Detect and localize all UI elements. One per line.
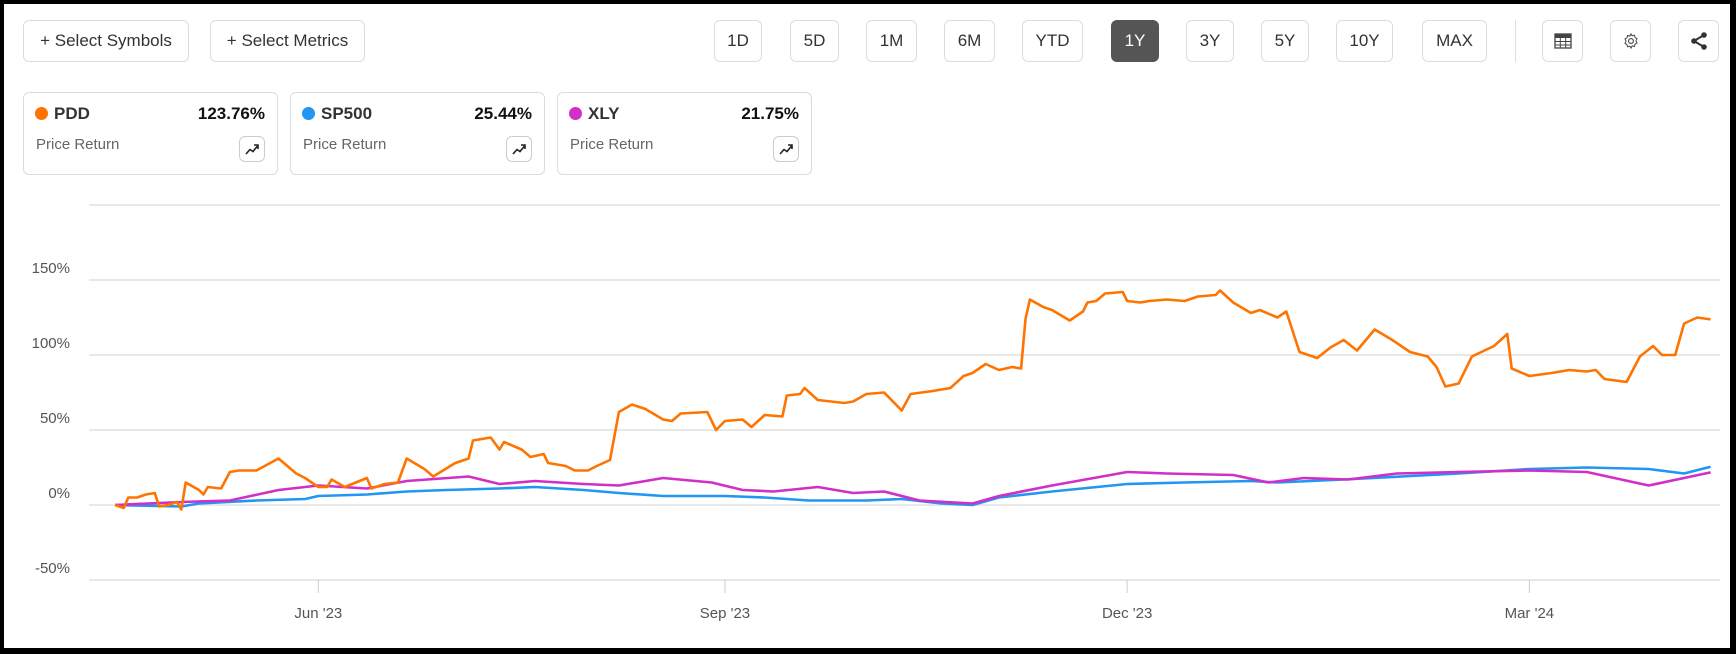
legend-card-xly[interactable]: XLY 21.75% Price Return [557, 92, 812, 175]
range-button-10y[interactable]: 10Y [1336, 20, 1393, 62]
symbol-label: SP500 [321, 104, 373, 123]
table-icon [1553, 33, 1572, 49]
share-icon [1690, 32, 1707, 50]
table-view-button[interactable] [1542, 20, 1583, 62]
trending-up-icon [245, 144, 259, 155]
trending-up-icon [512, 144, 526, 155]
gear-icon [1623, 32, 1638, 50]
series-line-pdd [114, 289, 1711, 511]
range-button-1m[interactable]: 1M [866, 20, 917, 62]
metric-label[interactable]: Price Return [36, 136, 119, 153]
return-value: 25.44% [474, 104, 532, 123]
chart-widget: + Select Symbols + Select Metrics 1D 5D 1M… [4, 4, 1730, 648]
x-tick-label: Dec '23 [1102, 605, 1152, 622]
series-color-dot [35, 107, 48, 120]
return-value: 21.75% [741, 104, 799, 123]
legend-card-sp500[interactable]: SP500 25.44% Price Return [290, 92, 545, 175]
range-button-5d[interactable]: 5D [790, 20, 839, 62]
chart-type-button[interactable] [239, 136, 265, 162]
metric-label[interactable]: Price Return [303, 136, 386, 153]
y-tick-label: 150% [32, 260, 70, 277]
chart-type-button[interactable] [506, 136, 532, 162]
y-tick-label: 50% [40, 410, 70, 427]
range-button-6m[interactable]: 6M [944, 20, 995, 62]
y-tick-label: -50% [35, 560, 70, 577]
trending-up-icon [779, 144, 793, 155]
series-color-dot [569, 107, 582, 120]
metric-label[interactable]: Price Return [570, 136, 653, 153]
settings-button[interactable] [1610, 20, 1651, 62]
range-button-1y[interactable]: 1Y [1111, 20, 1159, 62]
toolbar-divider [1515, 20, 1516, 62]
range-button-5y[interactable]: 5Y [1261, 20, 1309, 62]
symbol-label: XLY [588, 104, 620, 123]
range-button-1d[interactable]: 1D [714, 20, 762, 62]
range-button-max[interactable]: MAX [1422, 20, 1487, 62]
chart-type-button[interactable] [773, 136, 799, 162]
share-button[interactable] [1678, 20, 1719, 62]
range-button-3y[interactable]: 3Y [1186, 20, 1234, 62]
series-line-xly [114, 469, 1711, 507]
return-value: 123.76% [197, 104, 265, 123]
x-tick-label: Mar '24 [1505, 605, 1555, 622]
legend-card-pdd[interactable]: PDD 123.76% Price Return [23, 92, 278, 175]
symbol-label: PDD [54, 104, 90, 123]
range-button-ytd[interactable]: YTD [1022, 20, 1083, 62]
select-metrics-button[interactable]: + Select Metrics [210, 20, 365, 62]
x-tick-label: Jun '23 [294, 605, 342, 622]
y-tick-label: 0% [48, 485, 70, 502]
select-symbols-button[interactable]: + Select Symbols [23, 20, 189, 62]
x-tick-label: Sep '23 [700, 605, 750, 622]
series-line-sp500 [114, 465, 1711, 508]
series-color-dot [302, 107, 315, 120]
y-tick-label: 100% [32, 335, 70, 352]
